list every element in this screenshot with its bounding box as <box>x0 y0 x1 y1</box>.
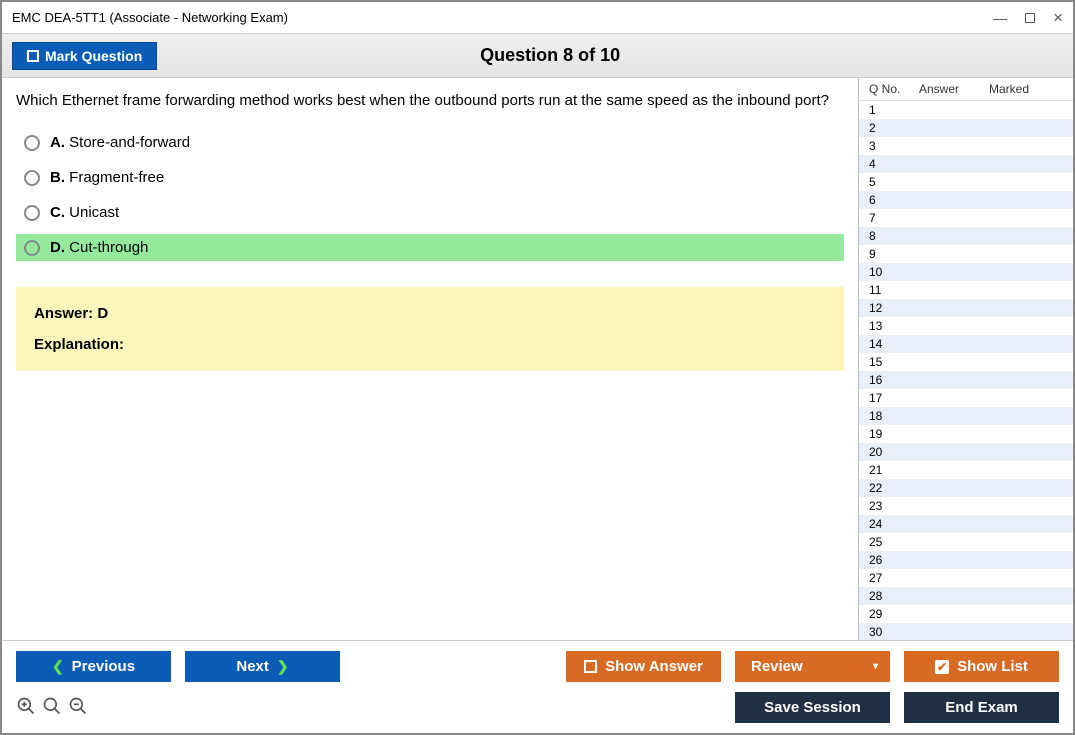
list-item[interactable]: 2 <box>859 119 1073 137</box>
option-label: C. Unicast <box>50 204 119 221</box>
radio-icon <box>24 135 40 151</box>
list-item[interactable]: 13 <box>859 317 1073 335</box>
show-list-button[interactable]: ✔ Show List <box>904 651 1059 682</box>
app-window: EMC DEA-5TT1 (Associate - Networking Exa… <box>0 0 1075 735</box>
list-item[interactable]: 25 <box>859 533 1073 551</box>
list-item[interactable]: 29 <box>859 605 1073 623</box>
bottom-bar: ❮ Previous Next ❯ Show Answer Review ▾ ✔… <box>2 640 1073 733</box>
question-text: Which Ethernet frame forwarding method w… <box>16 92 844 109</box>
close-icon[interactable]: × <box>1053 8 1063 28</box>
list-item[interactable]: 11 <box>859 281 1073 299</box>
answer-line: Answer: D <box>34 305 826 322</box>
chevron-left-icon: ❮ <box>52 658 64 675</box>
answer-box: Answer: D Explanation: <box>16 287 844 371</box>
option-label: A. Store-and-forward <box>50 134 190 151</box>
list-item[interactable]: 14 <box>859 335 1073 353</box>
list-item[interactable]: 17 <box>859 389 1073 407</box>
list-item[interactable]: 10 <box>859 263 1073 281</box>
question-list-sidebar: Q No. Answer Marked 12345678910111213141… <box>858 78 1073 640</box>
list-item[interactable]: 5 <box>859 173 1073 191</box>
col-marked: Marked <box>989 82 1067 96</box>
header-bar: Mark Question Question 8 of 10 <box>2 34 1073 78</box>
list-item[interactable]: 1 <box>859 101 1073 119</box>
option-label: B. Fragment-free <box>50 169 164 186</box>
question-heading: Question 8 of 10 <box>157 45 943 66</box>
show-list-label: Show List <box>957 658 1028 675</box>
list-item[interactable]: 19 <box>859 425 1073 443</box>
list-item[interactable]: 16 <box>859 371 1073 389</box>
option-a[interactable]: A. Store-and-forward <box>16 129 844 156</box>
list-item[interactable]: 12 <box>859 299 1073 317</box>
list-item[interactable]: 24 <box>859 515 1073 533</box>
radio-icon <box>24 240 40 256</box>
sidebar-header: Q No. Answer Marked <box>859 78 1073 101</box>
end-exam-label: End Exam <box>945 699 1018 716</box>
list-item[interactable]: 7 <box>859 209 1073 227</box>
list-item[interactable]: 27 <box>859 569 1073 587</box>
zoom-controls <box>16 696 88 719</box>
review-button[interactable]: Review ▾ <box>735 651 890 682</box>
window-controls: — × <box>993 8 1063 28</box>
question-panel: Which Ethernet frame forwarding method w… <box>2 78 858 640</box>
end-exam-button[interactable]: End Exam <box>904 692 1059 723</box>
zoom-out-icon[interactable] <box>68 696 88 719</box>
check-icon: ✔ <box>935 660 949 674</box>
show-answer-label: Show Answer <box>605 658 703 675</box>
next-button[interactable]: Next ❯ <box>185 651 340 682</box>
list-item[interactable]: 26 <box>859 551 1073 569</box>
checkbox-icon <box>584 660 597 673</box>
zoom-reset-icon[interactable] <box>16 696 36 719</box>
radio-icon <box>24 205 40 221</box>
option-b[interactable]: B. Fragment-free <box>16 164 844 191</box>
list-item[interactable]: 9 <box>859 245 1073 263</box>
col-qno: Q No. <box>869 82 919 96</box>
col-answer: Answer <box>919 82 989 96</box>
options-list: A. Store-and-forward B. Fragment-free C.… <box>16 129 844 261</box>
list-item[interactable]: 4 <box>859 155 1073 173</box>
review-label: Review <box>751 658 803 675</box>
checkbox-icon <box>27 50 39 62</box>
show-answer-button[interactable]: Show Answer <box>566 651 721 682</box>
list-item[interactable]: 21 <box>859 461 1073 479</box>
option-label: D. Cut-through <box>50 239 148 256</box>
chevron-right-icon: ❯ <box>277 658 289 675</box>
titlebar: EMC DEA-5TT1 (Associate - Networking Exa… <box>2 2 1073 34</box>
previous-button[interactable]: ❮ Previous <box>16 651 171 682</box>
mark-question-label: Mark Question <box>45 48 142 64</box>
list-item[interactable]: 28 <box>859 587 1073 605</box>
list-item[interactable]: 30 <box>859 623 1073 640</box>
maximize-icon[interactable] <box>1025 13 1035 23</box>
explanation-label: Explanation: <box>34 336 826 353</box>
list-item[interactable]: 15 <box>859 353 1073 371</box>
list-item[interactable]: 23 <box>859 497 1073 515</box>
previous-label: Previous <box>72 658 135 675</box>
list-item[interactable]: 6 <box>859 191 1073 209</box>
list-item[interactable]: 3 <box>859 137 1073 155</box>
next-label: Next <box>236 658 269 675</box>
save-session-label: Save Session <box>764 699 861 716</box>
minimize-icon[interactable]: — <box>993 10 1007 26</box>
option-c[interactable]: C. Unicast <box>16 199 844 226</box>
option-d[interactable]: D. Cut-through <box>16 234 844 261</box>
window-title: EMC DEA-5TT1 (Associate - Networking Exa… <box>12 10 993 25</box>
sidebar-list[interactable]: 1234567891011121314151617181920212223242… <box>859 101 1073 640</box>
list-item[interactable]: 8 <box>859 227 1073 245</box>
list-item[interactable]: 18 <box>859 407 1073 425</box>
list-item[interactable]: 20 <box>859 443 1073 461</box>
list-item[interactable]: 22 <box>859 479 1073 497</box>
body: Which Ethernet frame forwarding method w… <box>2 78 1073 640</box>
radio-icon <box>24 170 40 186</box>
chevron-down-icon: ▾ <box>873 661 878 672</box>
mark-question-button[interactable]: Mark Question <box>12 42 157 70</box>
save-session-button[interactable]: Save Session <box>735 692 890 723</box>
zoom-in-icon[interactable] <box>42 696 62 719</box>
